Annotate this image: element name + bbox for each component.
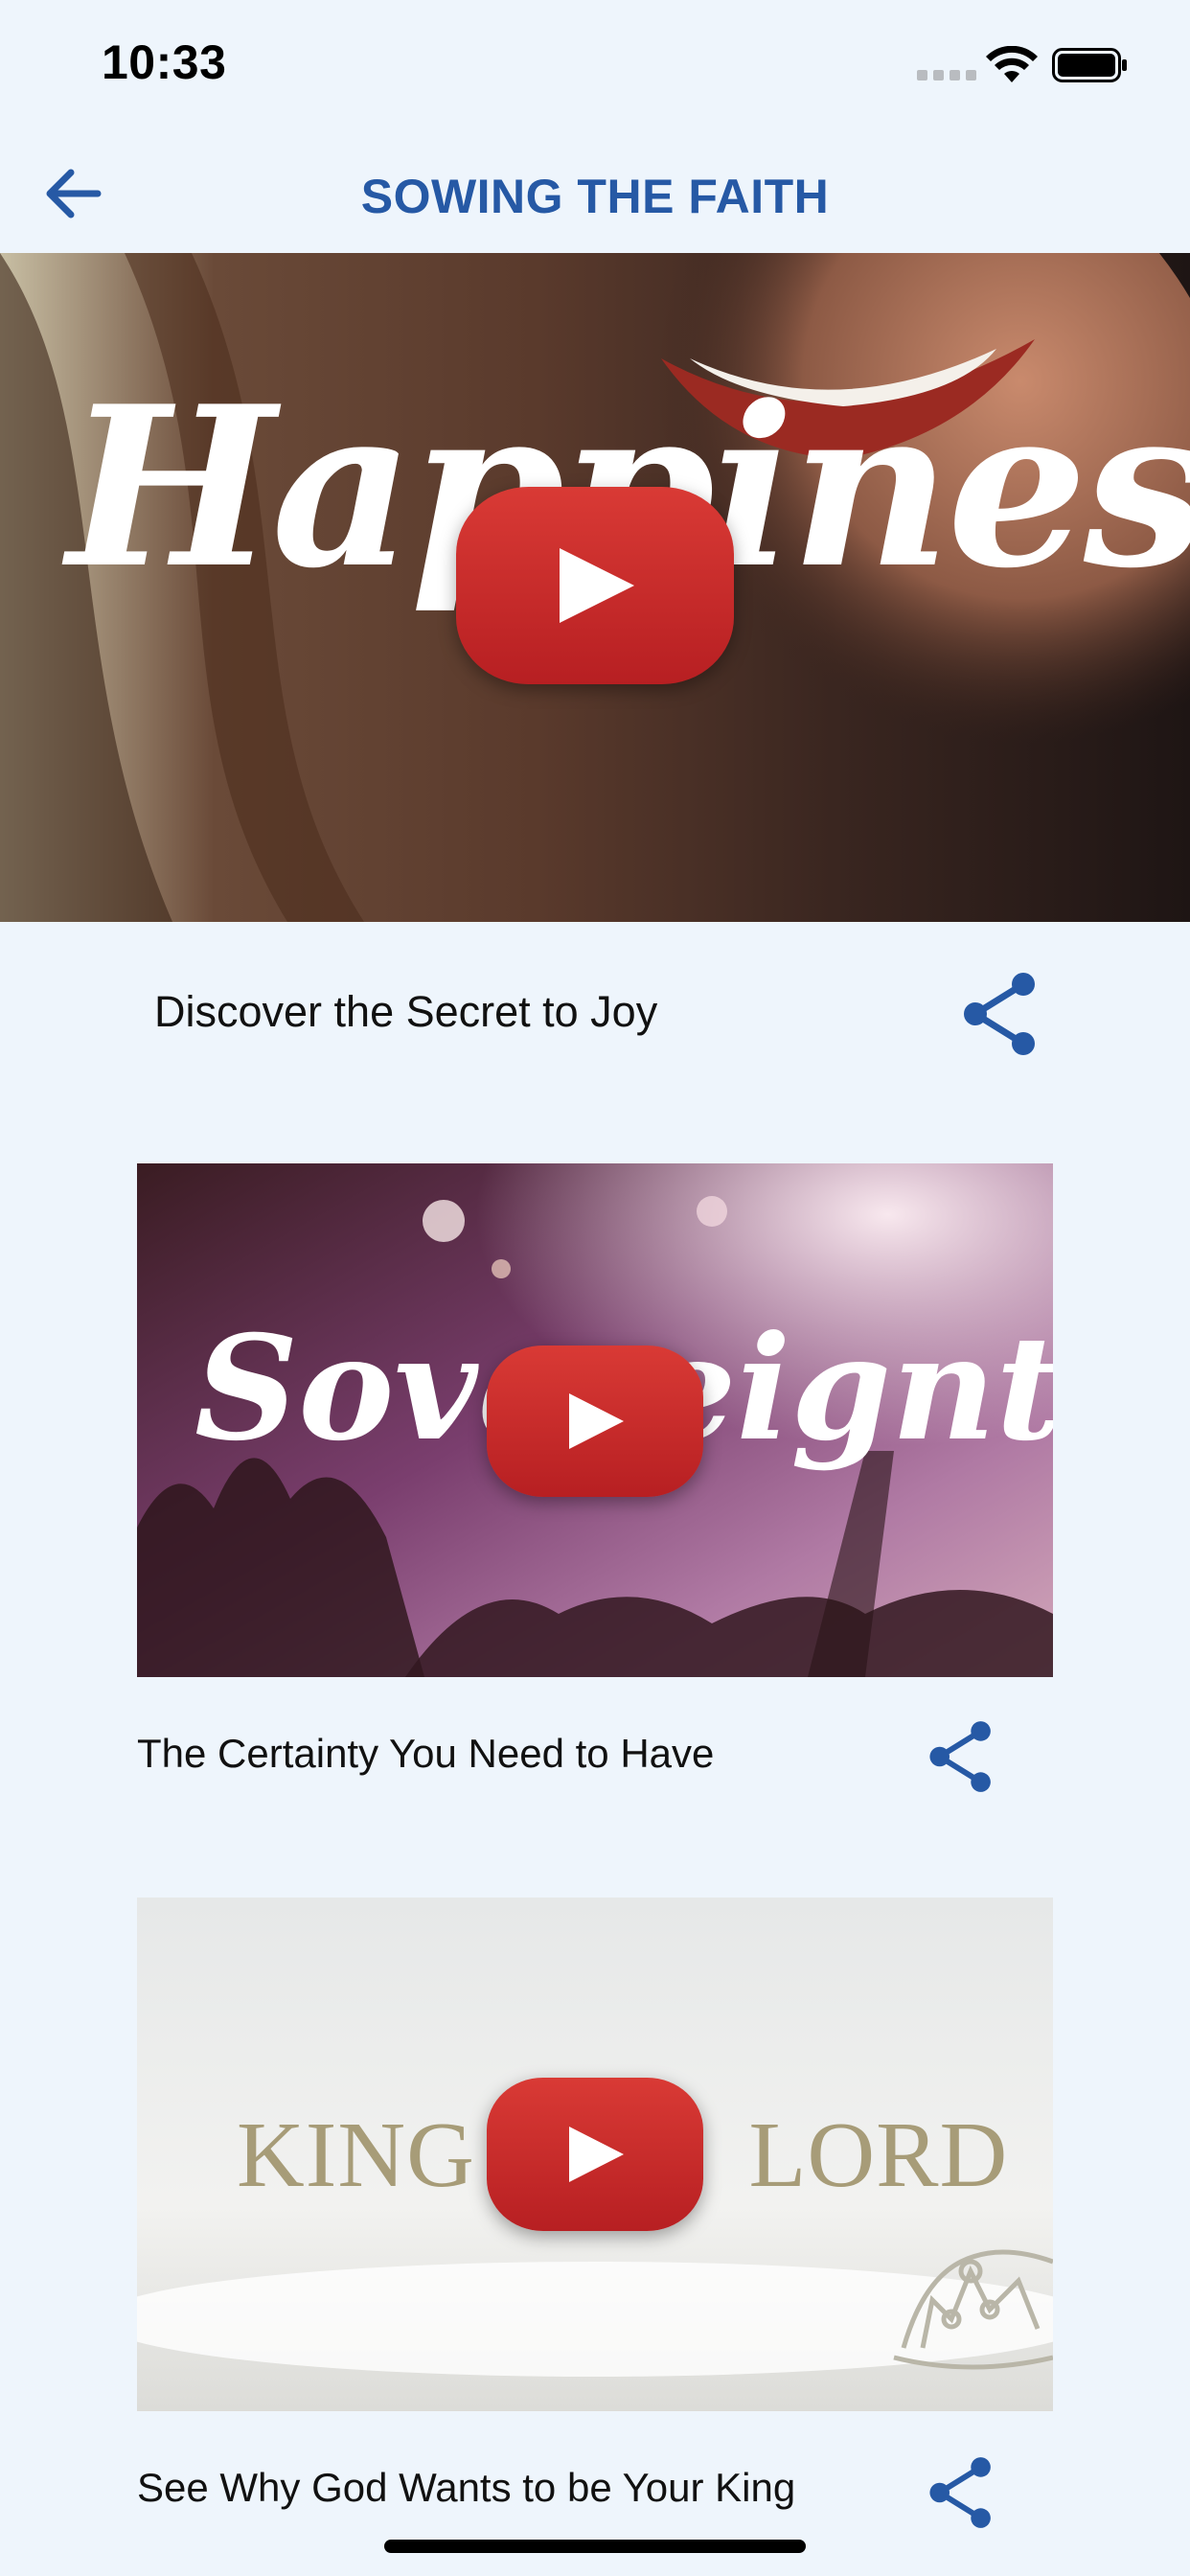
share-icon: [929, 1721, 991, 1792]
wifi-icon: [986, 46, 1038, 82]
video-thumbnail-sovereignty[interactable]: Sovereignty: [137, 1163, 1053, 1677]
play-button[interactable]: [487, 1346, 703, 1497]
video-thumbnail-king-lord[interactable]: KING LORD: [137, 1898, 1053, 2411]
video-thumbnail-happiness[interactable]: Happiness: [0, 253, 1190, 922]
status-bar: 10:33: [0, 0, 1190, 134]
youtube-play-icon: [569, 1393, 624, 1449]
battery-icon: [1052, 48, 1127, 82]
play-button[interactable]: [456, 487, 734, 684]
share-icon: [964, 973, 1035, 1055]
share-button[interactable]: [922, 1715, 1000, 1798]
nav-bar: SOWING THE FAITH: [0, 134, 1190, 253]
video-title[interactable]: Discover the Secret to Joy: [154, 987, 657, 1037]
youtube-play-icon: [569, 2127, 624, 2182]
page-title: SOWING THE FAITH: [360, 170, 830, 223]
cellular-signal-icon: [917, 70, 976, 80]
youtube-play-icon: [560, 548, 634, 623]
share-icon: [929, 2457, 991, 2528]
video-title[interactable]: The Certainty You Need to Have: [137, 1731, 714, 1777]
screen: 10:33 SOWING THE FAITH Discover the Secr…: [0, 0, 1190, 2576]
share-button[interactable]: [956, 968, 1044, 1060]
share-button[interactable]: [922, 2451, 1000, 2534]
home-indicator[interactable]: [384, 2540, 806, 2553]
status-time: 10:33: [102, 35, 227, 89]
play-button[interactable]: [487, 2078, 703, 2231]
video-title[interactable]: See Why God Wants to be Your King: [137, 2465, 795, 2511]
